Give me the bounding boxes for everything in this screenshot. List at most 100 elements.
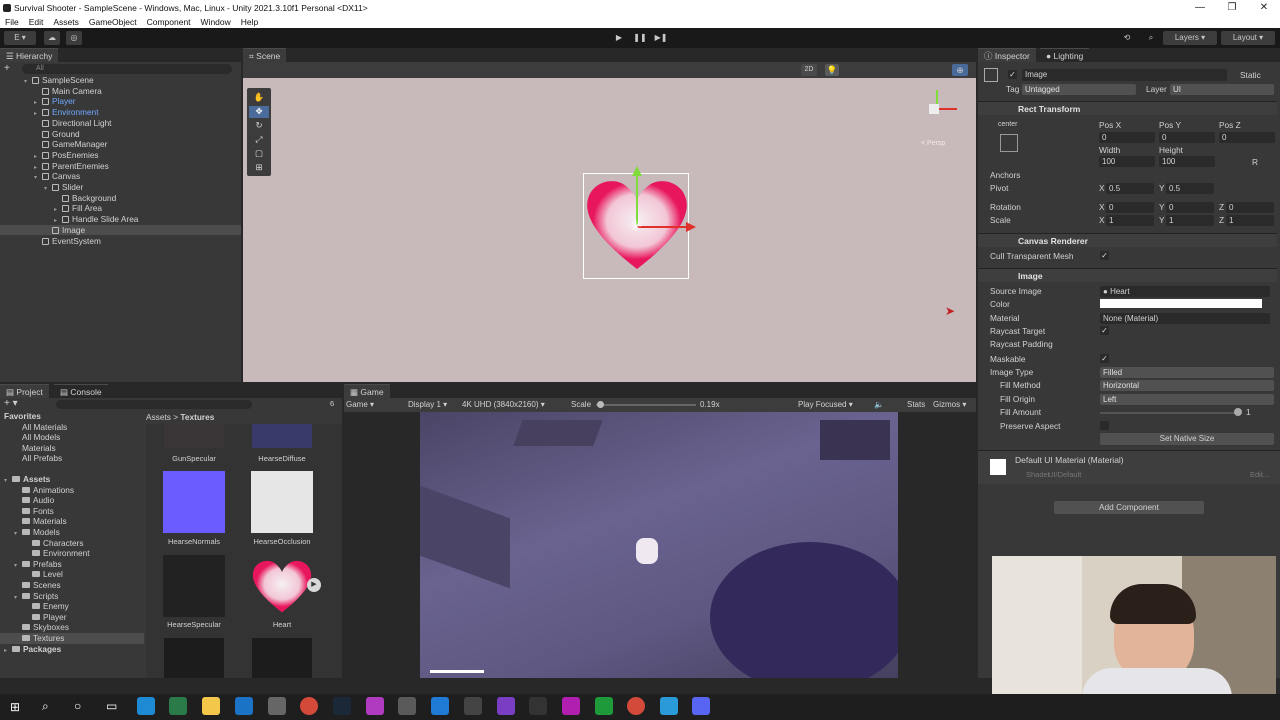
rotate-tool-icon[interactable]: ↻	[249, 120, 269, 132]
favorites-item[interactable]: All Prefabs	[0, 453, 62, 464]
hierarchy-item[interactable]: Main Camera	[0, 86, 241, 97]
hierarchy-item[interactable]: ▸ Player	[0, 96, 241, 107]
pos-z-field[interactable]: 0	[1219, 132, 1275, 143]
cull-checkbox[interactable]: ✓	[1100, 251, 1109, 260]
explorer-icon[interactable]	[202, 697, 220, 715]
breadcrumb-assets[interactable]: Assets	[146, 412, 171, 422]
pos-y-field[interactable]: 0	[1159, 132, 1215, 143]
scale-x-field[interactable]: 1	[1106, 215, 1154, 226]
task-view-icon[interactable]: ▭	[106, 699, 117, 713]
app-icon-4[interactable]	[562, 697, 580, 715]
fill-amount-slider[interactable]	[1100, 412, 1240, 414]
project-search-input[interactable]	[56, 400, 252, 409]
project-folder[interactable]: ▾ Scripts	[0, 591, 144, 602]
project-add-button[interactable]: + ▾	[4, 399, 18, 409]
hierarchy-item[interactable]: EventSystem	[0, 236, 241, 247]
hierarchy-item[interactable]: ▸ Fill Area	[0, 203, 241, 214]
fill-amount-handle[interactable]	[1234, 408, 1242, 416]
hierarchy-item[interactable]: ▸ Handle Slide Area	[0, 214, 241, 225]
tab-lighting[interactable]: ● Lighting	[1040, 48, 1090, 62]
hierarchy-item[interactable]: ▸ Environment	[0, 107, 241, 118]
add-component-button[interactable]: Add Component	[1054, 501, 1204, 514]
vscode-icon[interactable]	[431, 697, 449, 715]
hierarchy-item[interactable]: ▾ Canvas	[0, 171, 241, 182]
cloud-icon[interactable]: ☁	[44, 31, 60, 45]
gizmo-x-arrow[interactable]	[686, 222, 696, 232]
hidden-packages-count[interactable]: 6	[330, 399, 334, 408]
start-icon[interactable]: ⊞	[10, 700, 20, 714]
btn-2d[interactable]: 2D	[801, 64, 817, 76]
history-icon[interactable]: ⟲	[1118, 31, 1136, 45]
breadcrumb-textures[interactable]: Textures	[180, 412, 214, 422]
image-component-header[interactable]: Image	[978, 268, 1277, 282]
mail-icon[interactable]	[235, 697, 253, 715]
hierarchy-item[interactable]: Directional Light	[0, 118, 241, 129]
pivot-icon[interactable]: ✳	[628, 218, 644, 234]
hierarchy-search-input[interactable]: All	[22, 64, 232, 74]
menu-edit[interactable]: Edit	[24, 16, 49, 28]
unity-hub-icon[interactable]	[268, 697, 286, 715]
project-folder[interactable]: Fonts	[0, 506, 144, 517]
pivot-y-field[interactable]: 0.5	[1166, 183, 1214, 194]
tab-game[interactable]: ▦ Game	[344, 384, 390, 398]
expand-arrow-icon[interactable]: ▸	[4, 646, 12, 657]
hierarchy-item[interactable]: ▸ ParentEnemies	[0, 161, 241, 172]
object-name-field[interactable]: Image	[1022, 69, 1227, 81]
close-button[interactable]: ✕	[1244, 0, 1280, 16]
scale-tool-icon[interactable]: ⤢	[249, 134, 269, 146]
collab-icon[interactable]: ◎	[66, 31, 82, 45]
play-button[interactable]: ▶	[610, 31, 628, 45]
project-folder[interactable]: ▾ Prefabs	[0, 559, 144, 570]
hand-tool-icon[interactable]: ✋	[249, 92, 269, 104]
project-folder[interactable]: Animations	[0, 485, 144, 496]
anchor-presets-icon[interactable]	[1000, 134, 1018, 152]
layout-dropdown[interactable]: Layout ▾	[1221, 31, 1275, 45]
app-icon-2[interactable]	[398, 697, 416, 715]
canvas-renderer-header[interactable]: Canvas Renderer	[978, 233, 1277, 247]
visual-studio-icon[interactable]	[497, 697, 515, 715]
height-field[interactable]: 100	[1159, 156, 1215, 167]
rect-tool-icon[interactable]: ▢	[249, 148, 269, 160]
scale-slider[interactable]	[596, 404, 696, 406]
transform-tool-icon[interactable]: ⊞	[249, 162, 269, 174]
menu-window[interactable]: Window	[196, 16, 236, 28]
hierarchy-item[interactable]: ▸ PosEnemies	[0, 150, 241, 161]
menu-assets[interactable]: Assets	[48, 16, 84, 28]
image-type-dropdown[interactable]: Filled	[1100, 367, 1274, 378]
telegram-icon[interactable]	[660, 697, 678, 715]
pos-x-field[interactable]: 0	[1099, 132, 1155, 143]
favorites-item[interactable]: Materials	[0, 443, 56, 454]
layer-dropdown[interactable]: UI	[1170, 84, 1274, 95]
project-folder[interactable]: Characters	[0, 538, 144, 549]
hierarchy-item[interactable]: ▾ Slider	[0, 182, 241, 193]
fill-origin-dropdown[interactable]: Left	[1100, 394, 1274, 405]
source-image-field[interactable]: ● Heart	[1100, 286, 1270, 297]
asset-thumb-gunspecular[interactable]	[164, 424, 224, 448]
edge-icon[interactable]	[137, 697, 155, 715]
preserve-aspect-checkbox[interactable]	[1100, 421, 1109, 430]
account-button[interactable]: E ▾	[4, 31, 36, 45]
fill-amount-value[interactable]: 1	[1246, 406, 1251, 418]
hierarchy-item[interactable]: Background	[0, 193, 241, 204]
search-icon[interactable]: ⌕	[1142, 31, 1160, 45]
maskable-checkbox[interactable]: ✓	[1100, 354, 1109, 363]
project-folder[interactable]: Audio	[0, 495, 144, 506]
project-folder[interactable]: Scenes	[0, 580, 144, 591]
project-folder[interactable]: ▸ Packages	[0, 644, 144, 655]
project-folder[interactable]: Textures	[0, 633, 144, 644]
unity-editor-icon[interactable]	[464, 697, 482, 715]
project-folder[interactable]: Environment	[0, 548, 144, 559]
step-button[interactable]: ▶❚	[652, 31, 670, 45]
raw-edit-button[interactable]: R	[1252, 156, 1258, 168]
width-field[interactable]: 100	[1099, 156, 1155, 167]
mute-audio-icon[interactable]: 🔈	[874, 398, 884, 412]
menu-component[interactable]: Component	[142, 16, 196, 28]
layers-dropdown[interactable]: Layers ▾	[1163, 31, 1217, 45]
project-folder[interactable]: Enemy	[0, 601, 144, 612]
hierarchy-item[interactable]: Image	[0, 224, 241, 236]
gizmo-x-axis[interactable]	[637, 226, 687, 228]
anchors-label[interactable]: Anchors	[990, 169, 1020, 181]
menu-gameobject[interactable]: GameObject	[84, 16, 142, 28]
tab-inspector[interactable]: ⓘ Inspector	[978, 48, 1036, 62]
tab-hierarchy[interactable]: ☰ Hierarchy	[0, 48, 59, 62]
